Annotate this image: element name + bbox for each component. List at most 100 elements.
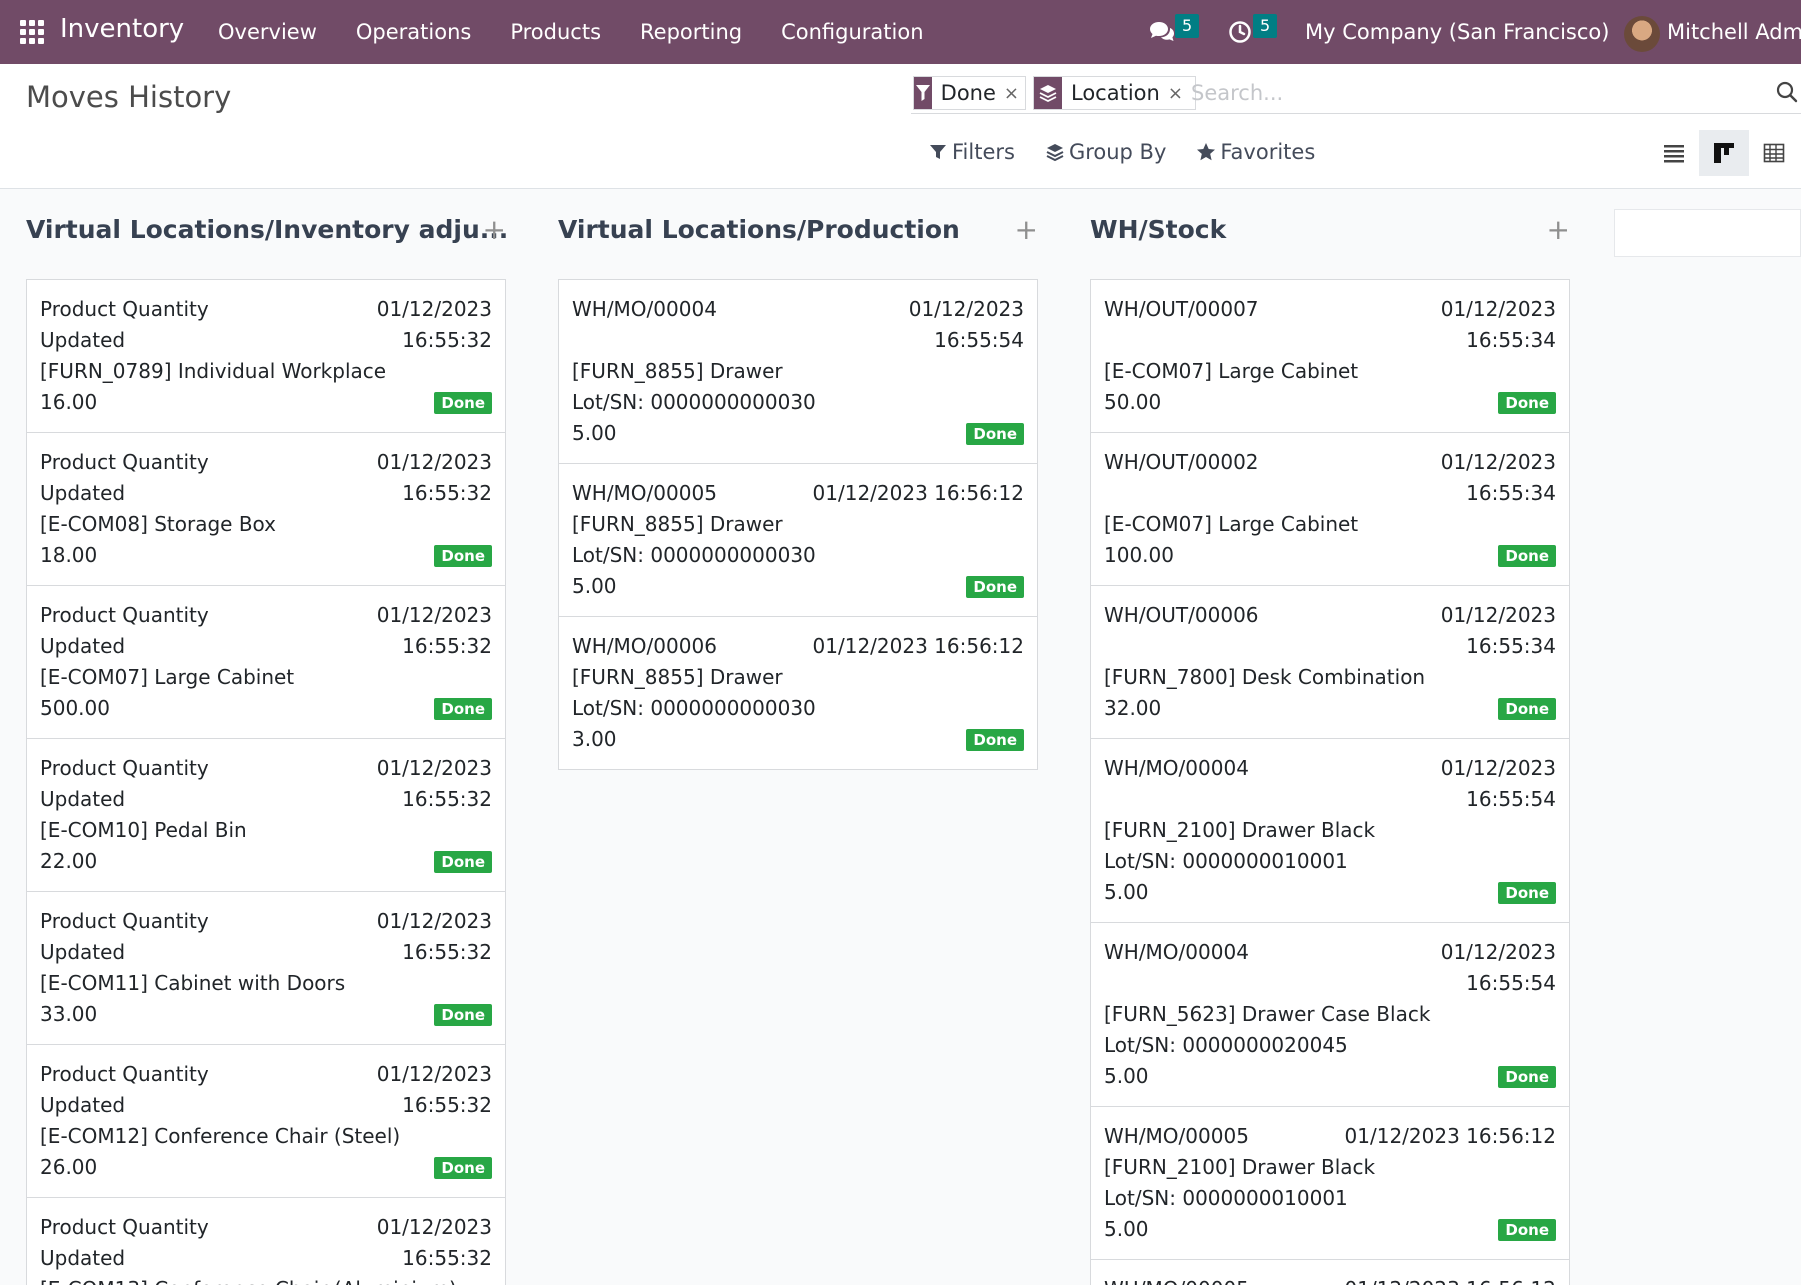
groupby-button[interactable]: Group By bbox=[1045, 140, 1166, 164]
status-badge: Done bbox=[1498, 392, 1556, 414]
card-quantity: 16.00 bbox=[40, 390, 98, 414]
card-product: [E-COM07] Large Cabinet bbox=[1104, 512, 1359, 536]
activity-clock-icon[interactable] bbox=[1228, 20, 1252, 44]
add-icon[interactable]: + bbox=[1547, 213, 1570, 246]
remove-facet-icon[interactable]: × bbox=[1168, 83, 1189, 104]
column-title[interactable]: Virtual Locations/Production bbox=[558, 215, 960, 244]
kanban-card[interactable]: WH/MO/00004 01/12/2023 16:55:54 [FURN_562… bbox=[1091, 923, 1569, 1107]
card-date: 01/12/2023 16:55:32 bbox=[376, 756, 492, 811]
column-cards: WH/OUT/00007 01/12/2023 16:55:34 [E-COM07… bbox=[1090, 279, 1570, 1285]
menu-operations[interactable]: Operations bbox=[356, 20, 471, 44]
kanban-card[interactable]: Product Quantity Updated 01/12/2023 16:55… bbox=[27, 280, 505, 433]
card-product: [FURN_8855] Drawer bbox=[572, 359, 783, 383]
kanban-view-icon bbox=[1714, 143, 1734, 163]
card-lot: Lot/SN: 0000000010001 bbox=[1104, 849, 1348, 873]
menu-reporting[interactable]: Reporting bbox=[640, 20, 742, 44]
card-quantity: 18.00 bbox=[40, 543, 98, 567]
card-product: [E-COM13] Conference Chair (Aluminium) bbox=[40, 1274, 492, 1285]
column-title[interactable]: Virtual Locations/Inventory adju... bbox=[26, 215, 508, 244]
card-reference: WH/OUT/00002 bbox=[1104, 450, 1259, 474]
kanban-card[interactable]: Product Quantity Updated 01/12/2023 16:55… bbox=[27, 1045, 505, 1198]
top-navbar: Inventory Overview Operations Products R… bbox=[0, 0, 1801, 64]
pivot-view-button[interactable] bbox=[1749, 130, 1799, 176]
kanban-card[interactable]: WH/MO/00004 01/12/2023 16:55:54 [FURN_885… bbox=[559, 280, 1037, 464]
favorites-button[interactable]: Favorites bbox=[1196, 140, 1315, 164]
kanban-card[interactable]: WH/MO/00005 01/12/2023 16:56:12 [FURN_210… bbox=[1091, 1107, 1569, 1260]
facet-label: Location bbox=[1071, 81, 1160, 105]
kanban-card[interactable]: WH/OUT/00002 01/12/2023 16:55:34 [E-COM07… bbox=[1091, 433, 1569, 586]
kanban-card[interactable]: Product Quantity Updated 01/12/2023 16:55… bbox=[27, 892, 505, 1045]
apps-menu-icon[interactable] bbox=[20, 20, 44, 44]
column-header: WH/Stock + bbox=[1090, 213, 1570, 255]
card-quantity: 50.00 bbox=[1104, 390, 1162, 414]
kanban-card[interactable]: Product Quantity Updated 01/12/2023 16:55… bbox=[27, 586, 505, 739]
user-avatar[interactable] bbox=[1624, 16, 1660, 52]
card-date: 01/12/2023 16:56:12 bbox=[1344, 1124, 1556, 1148]
status-badge: Done bbox=[1498, 1066, 1556, 1088]
card-date: 01/12/2023 16:56:12 bbox=[1326, 1274, 1556, 1285]
card-reference: WH/MO/00006 bbox=[572, 634, 717, 658]
card-lot: Lot/SN: 0000000010001 bbox=[1104, 1186, 1348, 1210]
card-date: 01/12/2023 16:55:32 bbox=[376, 603, 492, 658]
kanban-card[interactable]: WH/MO/00006 01/12/2023 16:56:12 [FURN_885… bbox=[559, 617, 1037, 769]
remove-facet-icon[interactable]: × bbox=[1004, 83, 1025, 104]
card-product: [E-COM07] Large Cabinet bbox=[1104, 359, 1359, 383]
filter-icon bbox=[930, 145, 946, 159]
filters-button[interactable]: Filters bbox=[928, 140, 1015, 164]
card-date: 01/12/2023 16:56:12 bbox=[812, 481, 1024, 505]
add-icon[interactable]: + bbox=[483, 213, 506, 246]
card-reference: Product Quantity Updated bbox=[40, 603, 209, 658]
card-date: 01/12/2023 16:55:54 bbox=[908, 297, 1024, 352]
page-title: Moves History bbox=[26, 80, 232, 114]
kanban-card[interactable]: WH/OUT/00006 01/12/2023 16:55:34 [FURN_78… bbox=[1091, 586, 1569, 739]
menu-products[interactable]: Products bbox=[510, 20, 601, 44]
column-header: Virtual Locations/Production + bbox=[558, 213, 1038, 255]
company-switcher[interactable]: My Company (San Francisco) bbox=[1305, 20, 1609, 44]
card-product: [FURN_8855] Drawer bbox=[572, 665, 783, 689]
kanban-view-button[interactable] bbox=[1699, 130, 1749, 176]
card-reference: Product Quantity Updated bbox=[40, 756, 209, 811]
card-reference: WH/MO/00004 bbox=[1104, 940, 1249, 964]
card-product: [FURN_7800] Desk Combination bbox=[1104, 665, 1426, 689]
app-name[interactable]: Inventory bbox=[60, 14, 184, 44]
card-product: [E-COM07] Large Cabinet bbox=[40, 665, 295, 689]
search-input[interactable] bbox=[1191, 78, 1691, 108]
card-lot: Lot/SN: 0000000000030 bbox=[572, 390, 816, 414]
card-quantity: 5.00 bbox=[572, 574, 617, 598]
add-icon[interactable]: + bbox=[1015, 213, 1038, 246]
card-date: 01/12/2023 16:55:34 bbox=[1440, 603, 1556, 658]
kanban-card[interactable]: Product Quantity Updated 01/12/2023 16:55… bbox=[27, 433, 505, 586]
menu-overview[interactable]: Overview bbox=[218, 20, 317, 44]
user-menu[interactable]: Mitchell Admin bbox=[1667, 20, 1801, 44]
menu-configuration[interactable]: Configuration bbox=[781, 20, 923, 44]
filter-icon bbox=[914, 77, 932, 109]
status-badge: Done bbox=[434, 698, 492, 720]
card-quantity: 33.00 bbox=[40, 1002, 98, 1026]
card-quantity: 5.00 bbox=[1104, 1217, 1149, 1241]
kanban-card[interactable]: WH/MO/00005 01/12/2023 16:56:12 bbox=[1091, 1260, 1569, 1285]
kanban-card[interactable]: Product Quantity Updated 01/12/2023 16:55… bbox=[27, 1198, 505, 1285]
list-view-icon bbox=[1664, 145, 1684, 163]
card-reference: WH/MO/00004 bbox=[1104, 756, 1249, 780]
card-product: [FURN_0789] Individual Workplace bbox=[40, 359, 387, 383]
card-quantity: 3.00 bbox=[572, 727, 617, 751]
list-view-button[interactable] bbox=[1649, 130, 1699, 176]
table-view-icon bbox=[1763, 143, 1785, 163]
card-reference: WH/MO/00005 bbox=[572, 481, 717, 505]
column-title[interactable]: WH/Stock bbox=[1090, 215, 1226, 244]
star-icon bbox=[1197, 143, 1216, 161]
card-reference: Product Quantity Updated bbox=[40, 1062, 209, 1117]
card-quantity: 5.00 bbox=[1104, 880, 1149, 904]
card-date: 01/12/2023 16:55:32 bbox=[376, 909, 492, 964]
kanban-card[interactable]: WH/OUT/00007 01/12/2023 16:55:34 [E-COM07… bbox=[1091, 280, 1569, 433]
kanban-card[interactable]: WH/MO/00005 01/12/2023 16:56:12 [FURN_885… bbox=[559, 464, 1037, 617]
column-header: Virtual Locations/Inventory adju... + bbox=[26, 213, 508, 255]
kanban-card[interactable]: Product Quantity Updated 01/12/2023 16:55… bbox=[27, 739, 505, 892]
search-icon[interactable] bbox=[1775, 80, 1799, 104]
card-date: 01/12/2023 16:55:34 bbox=[1440, 297, 1556, 352]
chat-icon[interactable] bbox=[1148, 20, 1176, 44]
add-column-placeholder[interactable] bbox=[1614, 209, 1801, 257]
status-badge: Done bbox=[1498, 545, 1556, 567]
card-product: [FURN_2100] Drawer Black bbox=[1104, 818, 1376, 842]
kanban-card[interactable]: WH/MO/00004 01/12/2023 16:55:54 [FURN_210… bbox=[1091, 739, 1569, 923]
